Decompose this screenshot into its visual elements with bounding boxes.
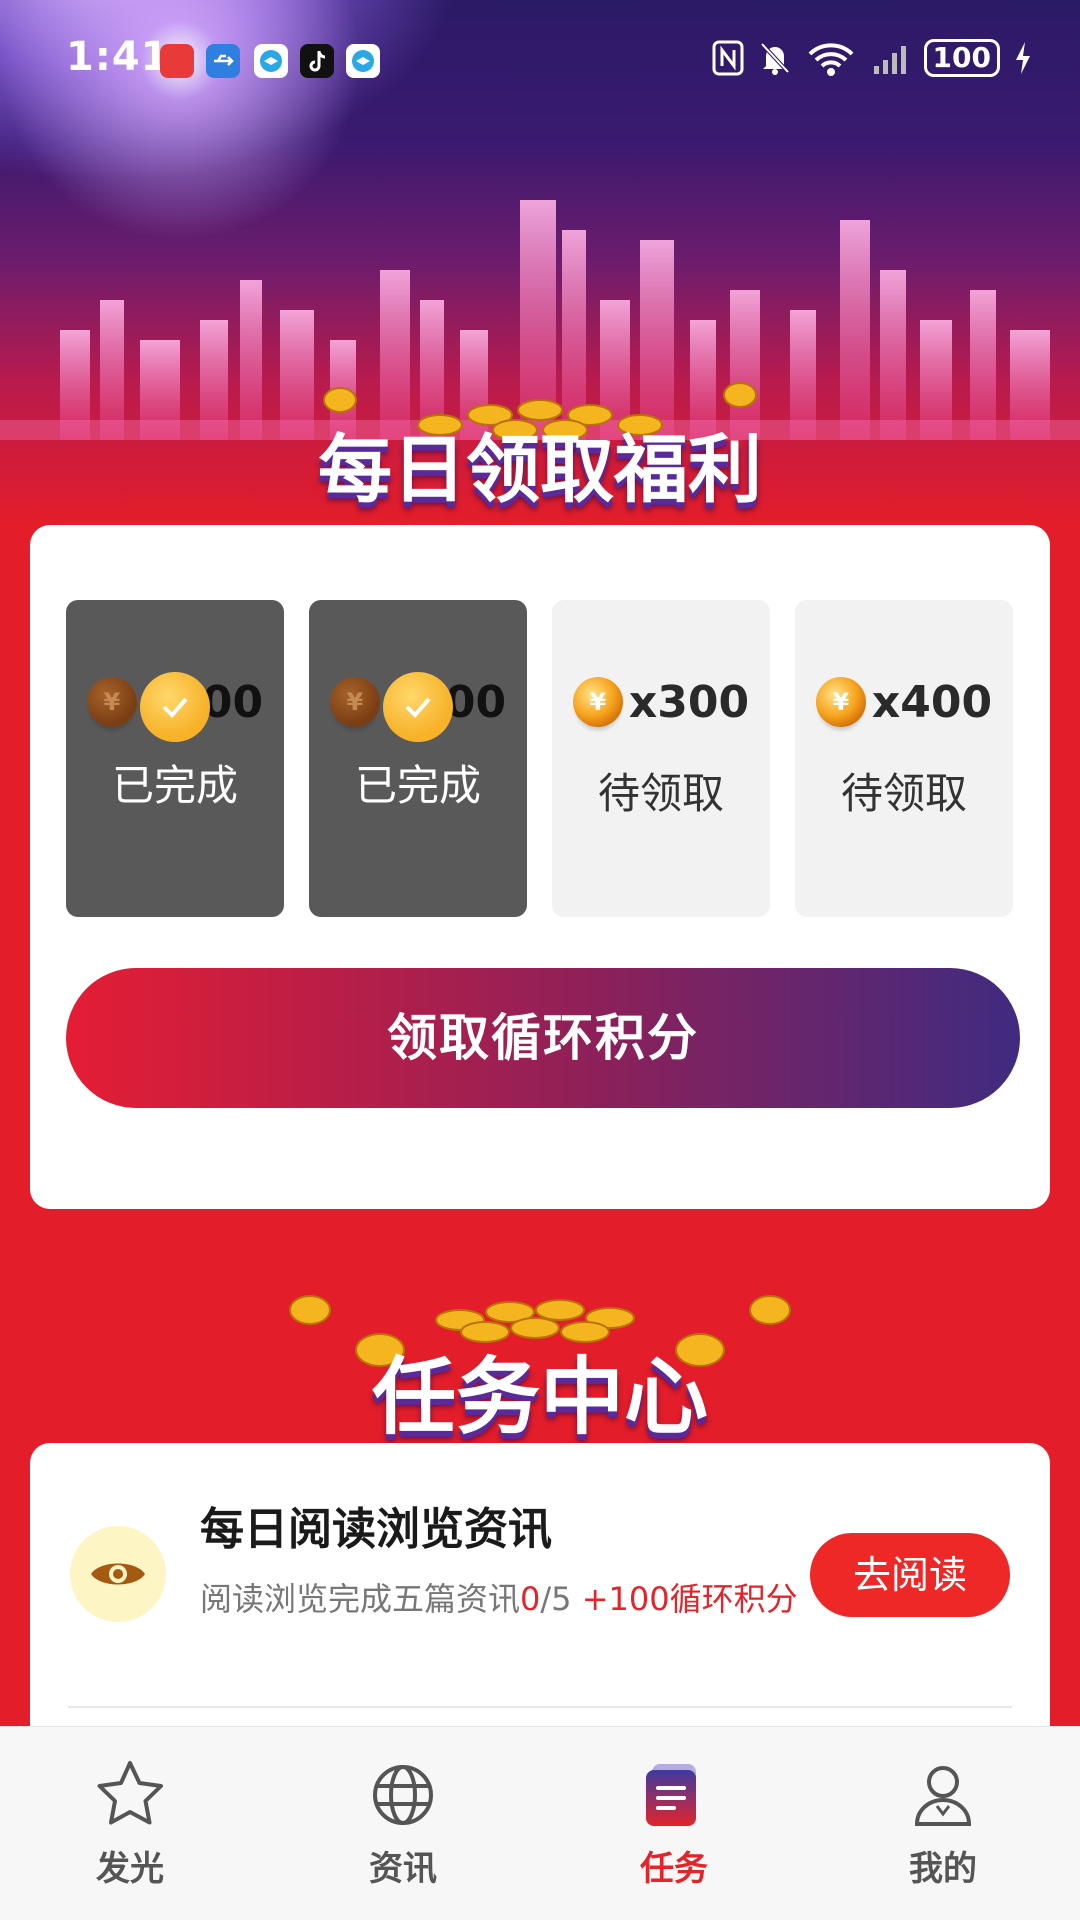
nav-label: 资讯: [369, 1849, 437, 1889]
daily-benefits-card: ¥ x100 已完成 ¥ x200 已完成 ¥ x300 待领取 ¥ x400 …: [30, 525, 1050, 1209]
reward-amount: x400: [871, 676, 993, 728]
coin-icon: ¥: [86, 677, 137, 727]
battery-indicator: 100: [923, 39, 1000, 77]
reward-amount: x300: [628, 676, 750, 728]
coin-icon: ¥: [329, 677, 380, 727]
task-progress-done: 0: [520, 1580, 541, 1618]
nav-label: 我的: [909, 1849, 977, 1889]
tiktok-icon: [300, 44, 334, 78]
status-time: 1:41: [66, 34, 170, 80]
claim-points-button[interactable]: 领取循环积分: [66, 968, 1020, 1108]
browser-icon: [254, 44, 288, 78]
reward-slot-2[interactable]: ¥ x200 已完成: [309, 600, 527, 917]
charging-icon: [1016, 42, 1030, 74]
usb-icon: [206, 44, 240, 78]
check-icon: [383, 672, 453, 742]
task-list-icon: [634, 1755, 714, 1835]
check-icon: [140, 672, 210, 742]
globe-icon: [363, 1755, 443, 1835]
nav-label: 发光: [96, 1849, 164, 1889]
task-title: 每日阅读浏览资讯: [200, 1504, 552, 1555]
nav-item-tasks[interactable]: 任务: [574, 1727, 774, 1920]
task-center-title: 任务中心: [371, 1348, 708, 1446]
profile-icon: [903, 1755, 983, 1835]
nav-label: 任务: [640, 1849, 708, 1889]
wifi-icon: [808, 43, 853, 76]
star-icon: [90, 1755, 170, 1835]
go-read-button[interactable]: 去阅读: [810, 1533, 1010, 1617]
huawei-appgallery-icon: [160, 44, 194, 78]
reward-status: 待领取: [597, 769, 724, 818]
coin-icon: ¥: [815, 677, 866, 727]
bell-off-icon: [760, 42, 790, 75]
task-description: 阅读浏览完成五篇资讯0/5 +100循环积分: [200, 1578, 800, 1620]
daily-benefits-title: 每日领取福利: [318, 427, 762, 513]
browser-icon: [346, 44, 380, 78]
reward-status: 已完成: [111, 761, 238, 810]
signal-icon: [873, 46, 906, 74]
reward-status: 待领取: [840, 769, 967, 818]
nfc-icon: [712, 40, 744, 76]
nav-item-mine[interactable]: 我的: [843, 1727, 1043, 1920]
reward-slot-1[interactable]: ¥ x100 已完成: [66, 600, 284, 917]
eye-icon: [70, 1526, 166, 1622]
status-bar: 1:41 100: [0, 0, 1080, 120]
nav-item-news[interactable]: 资讯: [303, 1727, 503, 1920]
reward-slot-3[interactable]: ¥ x300 待领取: [552, 600, 770, 917]
bottom-navigation: 发光 资讯 任务 我的: [0, 1726, 1080, 1920]
task-desc-text: 阅读浏览完成五篇资讯: [200, 1580, 521, 1618]
nav-item-shine[interactable]: 发光: [30, 1727, 230, 1920]
coin-icon: ¥: [572, 677, 623, 727]
task-reward: +100循环积分: [571, 1580, 798, 1618]
reward-status: 已完成: [354, 761, 481, 810]
divider: [68, 1706, 1012, 1708]
reward-slot-4[interactable]: ¥ x400 待领取: [795, 600, 1013, 917]
task-progress-total: /5: [540, 1580, 572, 1618]
